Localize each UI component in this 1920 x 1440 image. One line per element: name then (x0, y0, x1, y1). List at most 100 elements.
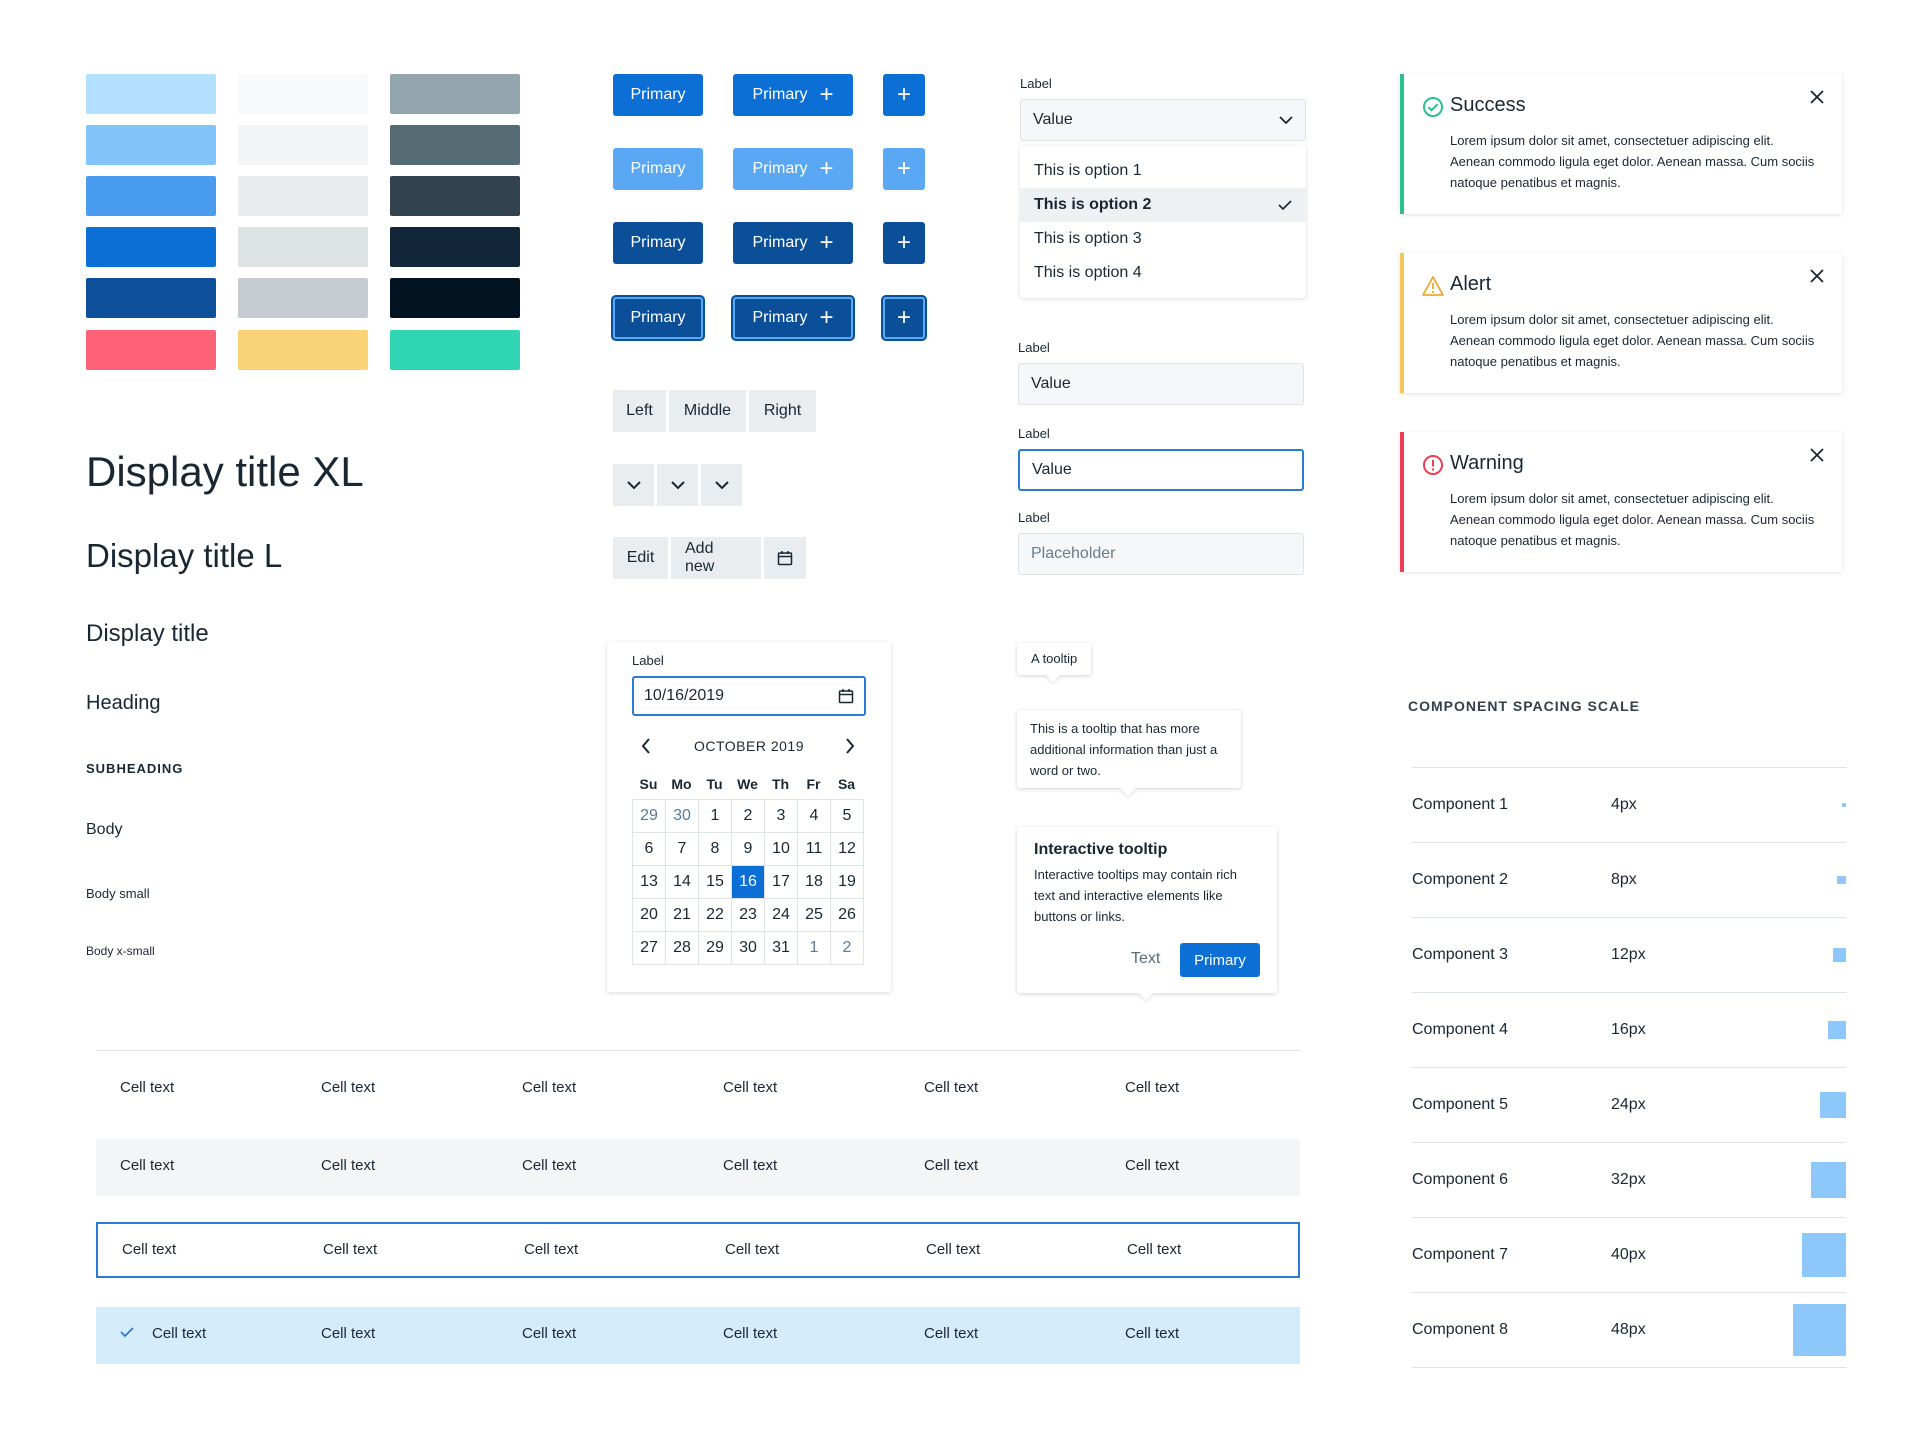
segmented-control: Left Middle Right (613, 390, 816, 432)
calendar-day[interactable]: 1 (699, 800, 732, 833)
warning-triangle-icon (1422, 275, 1444, 297)
primary-plus-button-pressed[interactable]: Primary + (733, 222, 853, 264)
chevron-right-icon (846, 738, 855, 754)
dropdown-option[interactable]: This is option 3 (1020, 222, 1306, 256)
chevron-down-button[interactable] (701, 464, 742, 506)
segment-right[interactable]: Right (749, 390, 816, 432)
close-icon (1810, 90, 1824, 104)
table-cell: Cell text (924, 1079, 979, 1096)
calendar-day[interactable]: 15 (699, 866, 732, 899)
table-cell: Cell text (321, 1079, 376, 1096)
calendar-button[interactable] (764, 537, 806, 579)
close-button[interactable] (1806, 265, 1828, 287)
calendar-day[interactable]: 2 (732, 800, 765, 833)
calendar-day[interactable]: 18 (798, 866, 831, 899)
calendar-day[interactable]: 2 (831, 932, 864, 965)
calendar-day[interactable]: 10 (765, 833, 798, 866)
calendar-day[interactable]: 13 (633, 866, 666, 899)
add-icon-button-pressed[interactable]: + (883, 222, 925, 264)
calendar-day[interactable]: 31 (765, 932, 798, 965)
calendar-day[interactable]: 26 (831, 899, 864, 932)
tooltip-text-button[interactable]: Text (1131, 948, 1160, 969)
spacing-value: 40px (1611, 1246, 1646, 1263)
calendar-day[interactable]: 3 (765, 800, 798, 833)
calendar-day[interactable]: 1 (798, 932, 831, 965)
calendar-day[interactable]: 20 (633, 899, 666, 932)
calendar-day[interactable]: 8 (699, 833, 732, 866)
chevron-down-button[interactable] (613, 464, 654, 506)
spacing-value: 48px (1611, 1321, 1646, 1338)
calendar-day[interactable]: 5 (831, 800, 864, 833)
calendar-day[interactable]: 14 (666, 866, 699, 899)
calendar-day[interactable]: 7 (666, 833, 699, 866)
calendar-day[interactable]: 23 (732, 899, 765, 932)
dropdown-option-selected[interactable]: This is option 2 (1020, 188, 1306, 222)
calendar-day[interactable]: 28 (666, 932, 699, 965)
text-field-placeholder[interactable]: Placeholder (1018, 533, 1304, 575)
add-icon-button-focused[interactable]: + (883, 297, 925, 339)
calendar-day[interactable]: 4 (798, 800, 831, 833)
tooltip-primary-button[interactable]: Primary (1180, 943, 1260, 977)
primary-plus-button-focused[interactable]: Primary + (733, 297, 853, 339)
dropdown-value: Value (1033, 111, 1073, 128)
calendar-icon (777, 551, 793, 566)
close-button[interactable] (1806, 444, 1828, 466)
calendar-day-selected[interactable]: 16 (732, 866, 765, 899)
spacing-value: 8px (1611, 871, 1637, 888)
calendar-day[interactable]: 6 (633, 833, 666, 866)
calendar-day[interactable]: 30 (732, 932, 765, 965)
table-row[interactable]: Cell text Cell text Cell text Cell text Cell… (96, 1307, 1300, 1364)
calendar-day[interactable]: 27 (633, 932, 666, 965)
calendar-day[interactable]: 24 (765, 899, 798, 932)
table-cell: Cell text (122, 1241, 177, 1258)
text-field[interactable]: Value (1018, 363, 1304, 405)
calendar-day[interactable]: 30 (666, 800, 699, 833)
field-label: Label (1018, 340, 1050, 355)
primary-button-default[interactable]: Primary (613, 74, 703, 116)
primary-button-disabled[interactable]: Primary (613, 148, 703, 190)
calendar-day[interactable]: 29 (699, 932, 732, 965)
chevron-down-button[interactable] (657, 464, 698, 506)
add-new-button[interactable]: Add new (671, 537, 761, 579)
primary-button-focused[interactable]: Primary (613, 297, 703, 339)
close-icon (1810, 269, 1824, 283)
calendar-day[interactable]: 19 (831, 866, 864, 899)
calendar-day[interactable]: 29 (633, 800, 666, 833)
calendar-day[interactable]: 25 (798, 899, 831, 932)
primary-plus-button-default[interactable]: Primary + (733, 74, 853, 116)
add-icon-button-disabled[interactable]: + (883, 148, 925, 190)
dropdown-option[interactable]: This is option 1 (1020, 154, 1306, 188)
check-icon (1278, 200, 1292, 210)
table-row[interactable]: Cell text Cell text Cell text Cell text Cell… (96, 1139, 1300, 1196)
date-input[interactable]: 10/16/2019 (632, 676, 866, 716)
color-swatch (238, 330, 368, 370)
segment-middle[interactable]: Middle (669, 390, 746, 432)
button-label: Primary (752, 309, 808, 326)
calendar-day[interactable]: 12 (831, 833, 864, 866)
segment-left[interactable]: Left (613, 390, 666, 432)
calendar-day[interactable]: 9 (732, 833, 765, 866)
next-month-button[interactable] (845, 738, 861, 754)
calendar-day[interactable]: 17 (765, 866, 798, 899)
primary-button-pressed[interactable]: Primary (613, 222, 703, 264)
subheading: SUBHEADING (86, 761, 184, 776)
text-field-focused[interactable]: Value (1018, 449, 1304, 491)
primary-plus-button-disabled[interactable]: Primary + (733, 148, 853, 190)
calendar-day[interactable]: 11 (798, 833, 831, 866)
plus-icon: + (819, 155, 834, 182)
color-swatch (86, 125, 216, 165)
row-checkbox[interactable] (120, 1325, 136, 1343)
dropdown-select[interactable]: Value (1020, 99, 1306, 141)
calendar-day[interactable]: 21 (666, 899, 699, 932)
close-button[interactable] (1806, 86, 1828, 108)
add-icon-button-default[interactable]: + (883, 74, 925, 116)
table-row[interactable]: Cell text Cell text Cell text Cell text Cell… (96, 1050, 1300, 1138)
edit-button[interactable]: Edit (613, 537, 668, 579)
dropdown-option[interactable]: This is option 4 (1020, 256, 1306, 290)
table-row[interactable]: Cell text Cell text Cell text Cell text Cell… (96, 1222, 1300, 1278)
option-label: This is option 1 (1034, 162, 1142, 179)
calendar-day[interactable]: 22 (699, 899, 732, 932)
table-cell: Cell text (723, 1157, 778, 1174)
close-icon (1810, 448, 1824, 462)
plus-icon: + (819, 304, 834, 331)
